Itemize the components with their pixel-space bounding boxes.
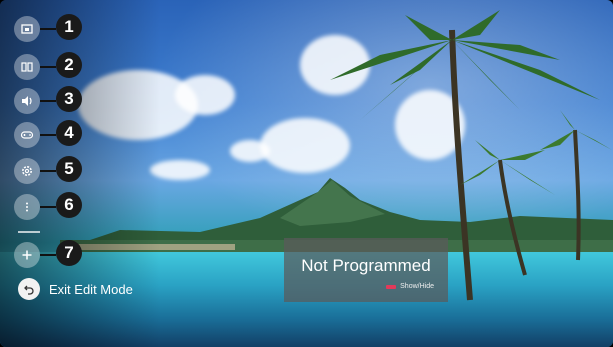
callout-number: 3	[56, 86, 82, 112]
sound-icon[interactable]	[14, 88, 40, 114]
show-hide-label: Show/Hide	[400, 283, 434, 290]
leader-line	[40, 100, 56, 102]
callout-number: 4	[56, 120, 82, 146]
guide-icon[interactable]	[14, 54, 40, 80]
exit-edit-mode-button[interactable]: Exit Edit Mode	[18, 277, 133, 301]
menu-item-4[interactable]: 4	[14, 120, 94, 150]
callout-number: 6	[56, 192, 82, 218]
show-hide-hint[interactable]: Show/Hide	[386, 283, 434, 290]
menu-item-1[interactable]: 1	[14, 14, 94, 44]
exit-edit-mode-label: Exit Edit Mode	[49, 281, 133, 297]
menu-item-3[interactable]: 3	[14, 86, 94, 116]
leader-line	[40, 206, 56, 208]
add-icon[interactable]	[14, 242, 40, 268]
back-icon[interactable]	[18, 278, 40, 300]
menu-item-7[interactable]: 7	[14, 240, 94, 270]
leader-line	[40, 170, 56, 172]
red-key-icon	[386, 284, 397, 289]
callout-number: 5	[56, 156, 82, 182]
game-icon[interactable]	[14, 122, 40, 148]
leader-line	[40, 134, 56, 136]
leader-line	[40, 28, 56, 30]
callout-number: 2	[56, 52, 82, 78]
menu-item-2[interactable]: 2	[14, 52, 94, 82]
leader-line	[40, 66, 56, 68]
menu-divider	[18, 231, 40, 233]
tv-screen: 1 2 3 4 5 6 7 Exit Edit Mode Not Program…	[0, 0, 613, 347]
leader-line	[40, 254, 56, 256]
not-programmed-panel: Not Programmed Show/Hide	[284, 238, 448, 302]
menu-item-6[interactable]: 6	[14, 192, 94, 222]
input-icon[interactable]	[14, 16, 40, 42]
callout-number: 7	[56, 240, 82, 266]
more-icon[interactable]	[14, 194, 40, 220]
not-programmed-title: Not Programmed	[301, 256, 431, 275]
callout-number: 1	[56, 14, 82, 40]
menu-item-5[interactable]: 5	[14, 156, 94, 186]
settings-icon[interactable]	[14, 158, 40, 184]
